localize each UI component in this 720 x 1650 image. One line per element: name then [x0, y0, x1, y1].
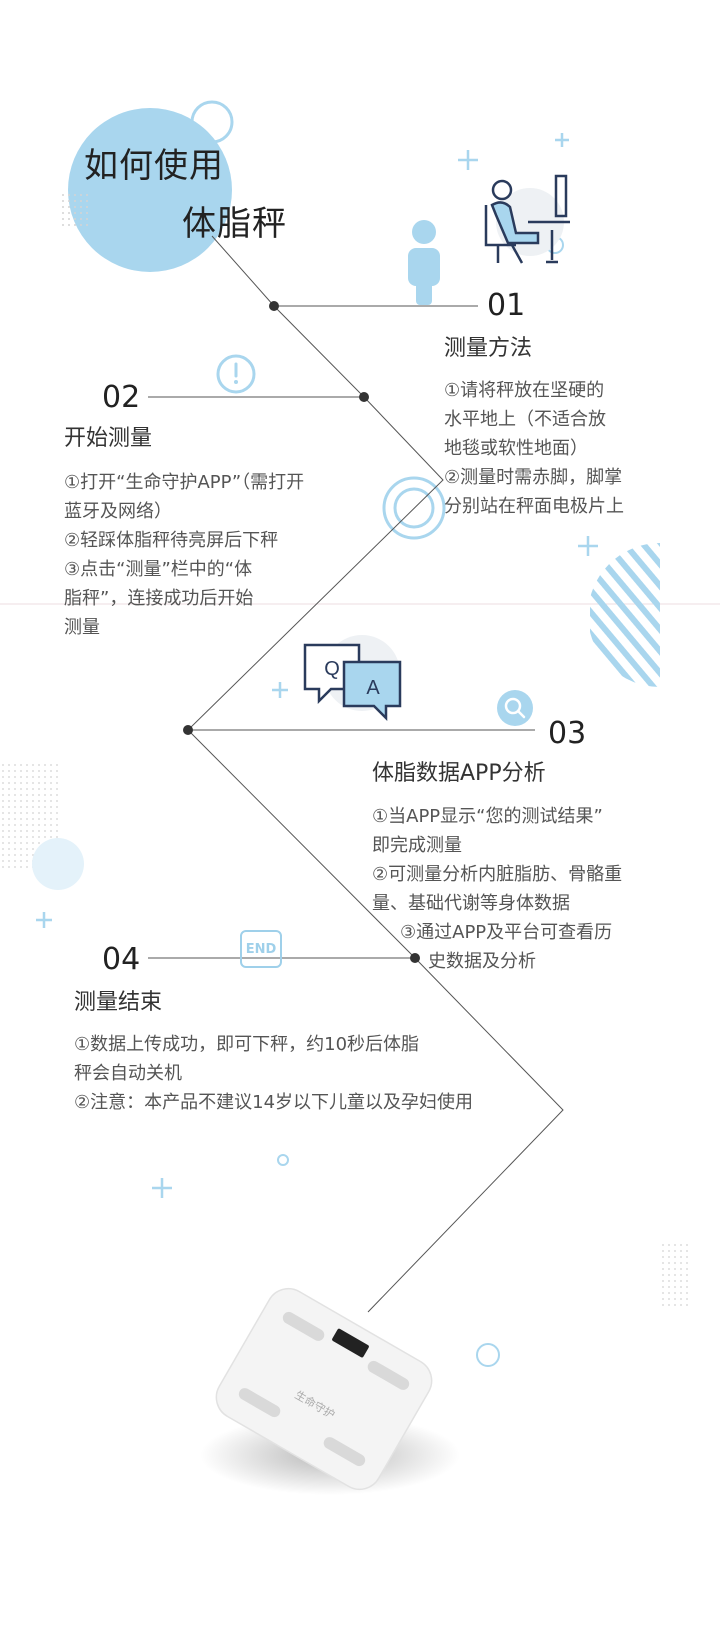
step-number-04: 04: [102, 942, 141, 977]
step-02-line: ①打开“生命守护APP”（需打开: [64, 472, 305, 493]
step-01-line: 水平地上（不适合放: [444, 409, 606, 430]
step-heading-01: 测量方法: [444, 336, 533, 361]
search-icon: [497, 690, 533, 726]
small-ring-icon: [476, 1343, 500, 1367]
step-04-line: ②注意：本产品不建议14岁以下儿童以及孕妇使用: [74, 1092, 474, 1113]
desk-worker-icon: [484, 174, 570, 264]
page-title-line2: 体脂秤: [182, 204, 287, 244]
step-01-line: 地毯或软性地面）: [444, 438, 588, 459]
infographic-page: Q A 生命守护 如何使用 体脂秤 01 测量方法 ①请将秤放在坚硬的 水平地上…: [0, 0, 720, 1650]
step-heading-02: 开始测量: [64, 426, 153, 451]
alert-circle-icon: [216, 354, 256, 394]
step-03-line: 史数据及分析: [428, 951, 536, 972]
step-02-line: 测量: [64, 617, 100, 638]
title-ring: [190, 100, 234, 144]
step-02-line: 脂秤”，连接成功后开始: [64, 588, 254, 609]
step-02-line: ②轻踩体脂秤待亮屏后下秤: [64, 530, 279, 551]
step-03-line: ②可测量分析内脏脂肪、骨骼重: [372, 864, 623, 885]
dot-pattern: [660, 1240, 688, 1310]
step-01-line: ①请将秤放在坚硬的: [444, 380, 605, 401]
title-blob-circle: [68, 108, 232, 272]
step-body-01: ①请将秤放在坚硬的 水平地上（不适合放 地毯或软性地面） ②测量时需赤脚，脚掌 …: [444, 376, 676, 521]
step-03-line: ①当APP显示“您的测试结果”: [372, 806, 603, 827]
dot-pattern: [60, 190, 90, 230]
qa-bubble-icon: Q A: [303, 635, 402, 722]
person-icon: [408, 220, 440, 305]
step-heading-04: 测量结束: [74, 990, 163, 1015]
step-body-04: ①数据上传成功，即可下秤，约10秒后体脂 秤会自动关机 ②注意：本产品不建议14…: [74, 1030, 574, 1117]
small-ring-icon: [277, 1154, 289, 1166]
body-fat-scale-image: 生命守护: [200, 1287, 460, 1495]
step-02-line: 蓝牙及网络）: [64, 501, 172, 522]
qa-a-letter: A: [366, 677, 380, 699]
step-body-03: ①当APP显示“您的测试结果” 即完成测量 ②可测量分析内脏脂肪、骨骼重 量、基…: [372, 802, 672, 976]
step-number-01: 01: [487, 288, 526, 323]
striped-circle: [590, 543, 660, 687]
step-body-02: ①打开“生命守护APP”（需打开 蓝牙及网络） ②轻踩体脂秤待亮屏后下秤 ③点击…: [64, 468, 394, 642]
step-02-line: ③点击“测量”栏中的“体: [64, 559, 253, 580]
step-01-line: 分别站在秤面电极片上: [444, 496, 624, 517]
step-04-line: ①数据上传成功，即可下秤，约10秒后体脂: [74, 1034, 420, 1055]
step-03-line: ③通过APP及平台可查看历: [400, 922, 613, 943]
step-number-03: 03: [548, 716, 587, 751]
pale-circle: [32, 838, 84, 890]
page-title-line1: 如何使用: [84, 146, 224, 186]
end-badge-icon: END: [240, 930, 282, 968]
qa-q-letter: Q: [324, 658, 340, 680]
step-03-line: 即完成测量: [372, 835, 462, 856]
step-number-02: 02: [102, 380, 141, 415]
step-03-line: 量、基础代谢等身体数据: [372, 893, 570, 914]
step-heading-03: 体脂数据APP分析: [372, 761, 546, 786]
step-01-line: ②测量时需赤脚，脚掌: [444, 467, 623, 488]
step-04-line: 秤会自动关机: [74, 1063, 182, 1084]
